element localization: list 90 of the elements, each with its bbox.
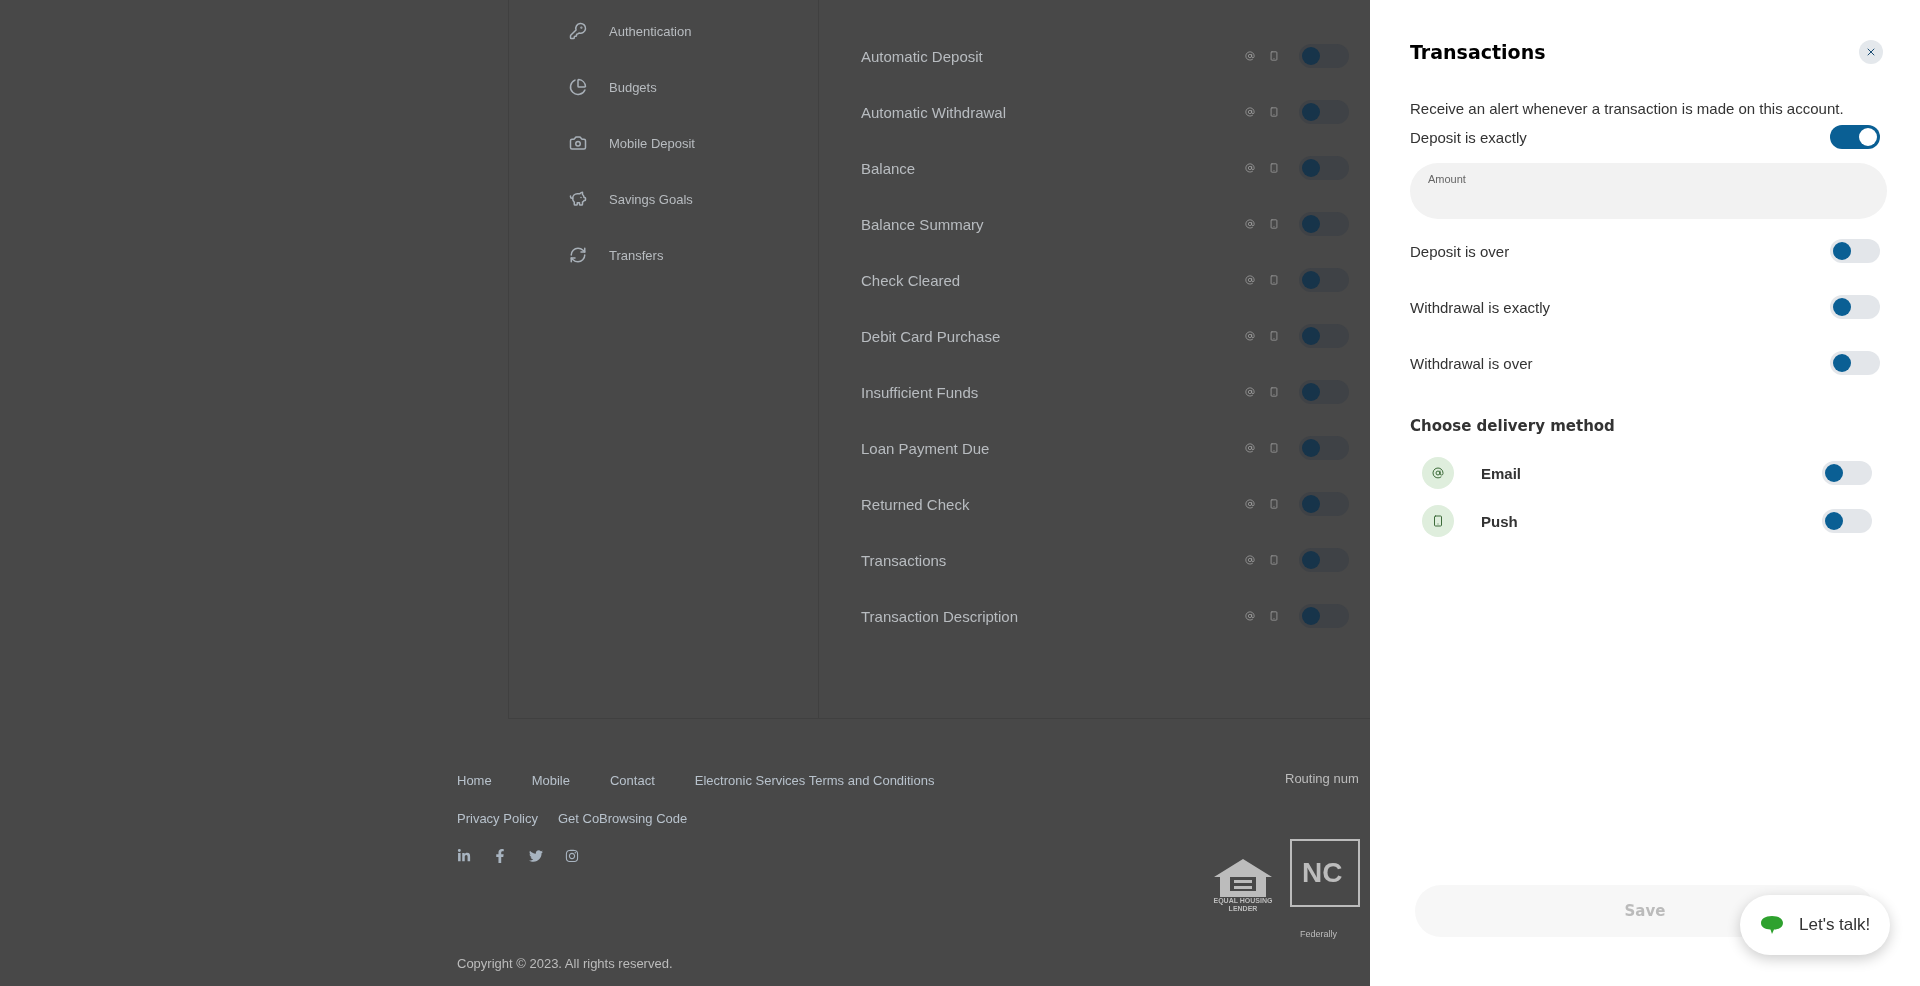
instagram-icon[interactable] bbox=[565, 849, 579, 863]
phone-icon bbox=[1269, 555, 1279, 565]
ncua-logo: NC bbox=[1290, 839, 1360, 907]
footer-link[interactable]: Contact bbox=[610, 772, 655, 788]
toggle-switch[interactable] bbox=[1830, 295, 1880, 319]
at-sign-icon bbox=[1245, 387, 1255, 397]
phone-icon bbox=[1269, 163, 1279, 173]
condition-label: Deposit is over bbox=[1410, 242, 1510, 260]
alert-label: Insufficient Funds bbox=[861, 383, 980, 401]
speech-bubble-icon bbox=[1760, 915, 1784, 935]
toggle-switch[interactable] bbox=[1299, 156, 1349, 180]
linkedin-icon[interactable] bbox=[457, 849, 471, 863]
at-sign-icon bbox=[1245, 51, 1255, 61]
footer-link[interactable]: Mobile bbox=[531, 772, 570, 788]
toggle-switch[interactable] bbox=[1299, 492, 1349, 516]
condition-label: Withdrawal is exactly bbox=[1410, 298, 1551, 316]
at-sign-icon bbox=[1245, 443, 1255, 453]
phone-icon bbox=[1269, 611, 1279, 621]
phone-icon bbox=[1269, 499, 1279, 509]
sidebar-item[interactable]: Mobile Deposit bbox=[609, 135, 695, 151]
delivery-method-label: Push bbox=[1481, 512, 1519, 530]
sidebar-item[interactable]: Savings Goals bbox=[609, 191, 693, 207]
chat-button[interactable]: Let's talk! bbox=[1740, 895, 1891, 955]
toggle-switch[interactable] bbox=[1299, 212, 1349, 236]
alert-label: Transactions bbox=[861, 551, 948, 569]
alert-label: Returned Check bbox=[861, 495, 971, 513]
facebook-icon[interactable] bbox=[493, 849, 507, 863]
phone-icon bbox=[1269, 387, 1279, 397]
at-sign-icon bbox=[1422, 457, 1454, 489]
copyright-text: Copyright © 2023. All rights reserved. bbox=[457, 956, 674, 971]
toggle-switch[interactable] bbox=[1299, 100, 1349, 124]
footer-link[interactable]: Electronic Services Terms and Conditions bbox=[694, 772, 935, 788]
key-icon bbox=[569, 22, 587, 40]
at-sign-icon bbox=[1245, 219, 1255, 229]
routing-number-text: Routing num bbox=[1285, 771, 1359, 786]
footer-link[interactable]: Privacy Policy bbox=[457, 810, 538, 826]
toggle-switch[interactable] bbox=[1299, 324, 1349, 348]
close-button[interactable] bbox=[1859, 40, 1883, 64]
sidebar-item[interactable]: Budgets bbox=[609, 79, 657, 95]
camera-icon bbox=[569, 134, 587, 152]
at-sign-icon bbox=[1245, 555, 1255, 565]
alert-label: Transaction Description bbox=[861, 607, 1019, 625]
toggle-switch[interactable] bbox=[1299, 436, 1349, 460]
toggle-switch[interactable] bbox=[1822, 461, 1872, 485]
toggle-switch[interactable] bbox=[1299, 44, 1349, 68]
alert-label: Loan Payment Due bbox=[861, 439, 991, 457]
phone-icon bbox=[1269, 219, 1279, 229]
alert-label: Debit Card Purchase bbox=[861, 327, 1002, 345]
toggle-switch[interactable] bbox=[1299, 380, 1349, 404]
panel-description: Receive an alert whenever a transaction is made on this account. bbox=[1410, 100, 1845, 117]
phone-icon bbox=[1269, 331, 1279, 341]
at-sign-icon bbox=[1245, 499, 1255, 509]
close-icon bbox=[1865, 46, 1877, 58]
pie-chart-icon bbox=[569, 78, 587, 96]
alert-label: Balance Summary bbox=[861, 215, 985, 233]
alert-label: Automatic Deposit bbox=[861, 47, 984, 65]
phone-icon bbox=[1269, 443, 1279, 453]
condition-label: Withdrawal is over bbox=[1410, 354, 1533, 372]
amount-field[interactable]: Amount bbox=[1410, 163, 1887, 219]
delivery-method-label: Email bbox=[1481, 464, 1523, 482]
toggle-switch[interactable] bbox=[1299, 604, 1349, 628]
alert-label: Check Cleared bbox=[861, 271, 962, 289]
footer-link[interactable]: Get CoBrowsing Code bbox=[557, 810, 688, 826]
alert-label: Balance bbox=[861, 159, 917, 177]
toggle-switch[interactable] bbox=[1830, 125, 1880, 149]
refresh-icon bbox=[569, 246, 587, 264]
toggle-switch[interactable] bbox=[1830, 351, 1880, 375]
twitter-icon[interactable] bbox=[529, 849, 543, 863]
phone-icon bbox=[1269, 107, 1279, 117]
ncua-caption: Federally bbox=[1300, 929, 1337, 939]
at-sign-icon bbox=[1245, 611, 1255, 621]
sidebar-item[interactable]: Authentication bbox=[609, 23, 692, 39]
at-sign-icon bbox=[1245, 331, 1255, 341]
sidebar-item[interactable]: Transfers bbox=[609, 247, 664, 263]
at-sign-icon bbox=[1245, 163, 1255, 173]
piggy-bank-icon bbox=[569, 190, 587, 208]
at-sign-icon bbox=[1245, 107, 1255, 117]
phone-icon bbox=[1269, 51, 1279, 61]
section-heading: Choose delivery method bbox=[1410, 417, 1616, 435]
alert-label: Automatic Withdrawal bbox=[861, 103, 1008, 121]
toggle-switch[interactable] bbox=[1299, 268, 1349, 292]
toggle-switch[interactable] bbox=[1299, 548, 1349, 572]
phone-icon bbox=[1269, 275, 1279, 285]
footer-link[interactable]: Home bbox=[457, 772, 492, 788]
phone-icon bbox=[1422, 505, 1454, 537]
toggle-switch[interactable] bbox=[1822, 509, 1872, 533]
condition-label: Deposit is exactly bbox=[1410, 128, 1527, 146]
at-sign-icon bbox=[1245, 275, 1255, 285]
panel-title: Transactions bbox=[1410, 41, 1546, 63]
toggle-switch[interactable] bbox=[1830, 239, 1880, 263]
